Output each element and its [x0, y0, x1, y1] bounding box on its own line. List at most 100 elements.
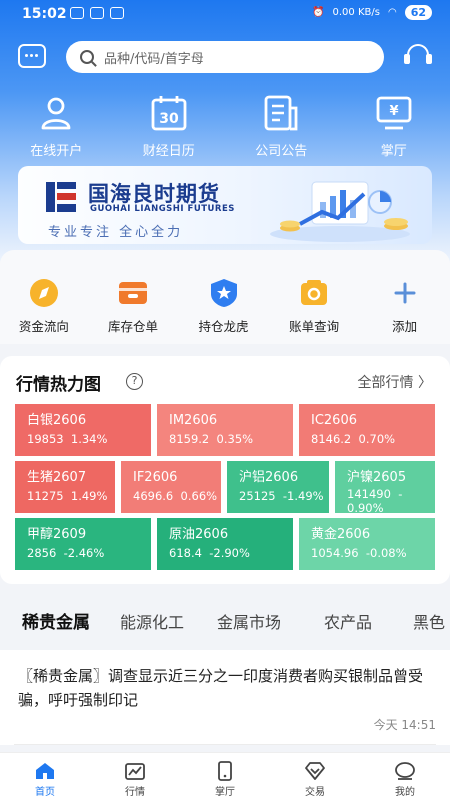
tab-energy-chemical[interactable]: 能源化工	[120, 609, 184, 633]
chevron-right-icon: 〉	[418, 375, 432, 391]
tool-add[interactable]: 添加	[359, 278, 450, 335]
app-notification-icon	[70, 7, 84, 19]
tool-fund-flow[interactable]: 资金流向	[0, 278, 88, 335]
tile-name: 黄金2606	[311, 527, 371, 542]
finance-illustration-icon	[270, 181, 410, 242]
heatmap-tile[interactable]: 沪镍2605 141490 - 0.90%	[335, 461, 435, 513]
tile-name: IM2606	[169, 413, 218, 428]
tile-name: IC2606	[311, 413, 357, 428]
search-icon	[80, 50, 94, 64]
customer-service-icon[interactable]	[404, 43, 432, 69]
heatmap-tile[interactable]: 生猪2607 11275 1.49%	[15, 461, 115, 513]
diamond-icon	[305, 762, 325, 780]
tile-value: 11275 1.49%	[27, 489, 108, 503]
tool-inventory[interactable]: 库存仓单	[88, 278, 179, 335]
tab-metal-market[interactable]: 金属市场	[217, 609, 281, 633]
notice-icon	[264, 95, 298, 131]
svg-text:¥: ¥	[389, 104, 398, 119]
news-item[interactable]: 〖稀贵金属〗调查显示近三分之一印度消费者购买银制品曾受骗，呼吁强制印记 今天 1…	[0, 650, 450, 745]
tool-label: 添加	[392, 319, 418, 334]
app-notification-icon	[90, 7, 104, 19]
nav-trade[interactable]: 交易	[270, 753, 360, 800]
heatmap-tile[interactable]: IM2606 8159.2 0.35%	[157, 404, 293, 456]
news-headline: 〖稀贵金属〗调查显示近三分之一印度消费者购买银制品曾受骗，呼吁强制印记	[18, 667, 424, 709]
storage-box-icon	[118, 282, 147, 304]
home-icon	[36, 763, 54, 779]
system-icons: ⏰ 0.00 KB/s ◠ 62	[312, 5, 432, 20]
tile-name: IF2606	[133, 470, 178, 485]
phone-icon	[218, 761, 232, 781]
nav-market[interactable]: 行情	[90, 753, 180, 800]
search-placeholder: 品种/代码/首字母	[104, 51, 204, 67]
tile-value: 25125 -1.49%	[239, 489, 324, 503]
tab-ferrous[interactable]: 黑色	[413, 609, 445, 633]
quick-company-notice[interactable]: 公司公告	[225, 94, 338, 159]
calendar-day: 30	[159, 111, 179, 127]
chart-icon	[125, 763, 145, 780]
tile-value: 1054.96 -0.08%	[311, 546, 407, 560]
heatmap-tile[interactable]: IF2606 4696.6 0.66%	[121, 461, 221, 513]
quick-label: 公司公告	[255, 144, 308, 159]
bottom-navigation: 首页 行情 掌厅 交易 我的	[0, 752, 450, 800]
message-icon[interactable]	[18, 44, 46, 68]
tool-shortcuts: 资金流向 库存仓单 持仓龙虎 账单查询 添加	[0, 278, 450, 335]
quick-label: 财经日历	[142, 144, 195, 159]
tool-label: 库存仓单	[107, 319, 158, 334]
nav-label: 我的	[395, 787, 415, 798]
tile-value: 4696.6 0.66%	[133, 489, 218, 503]
tool-label: 资金流向	[18, 319, 69, 334]
search-bar[interactable]: 品种/代码/首字母	[66, 41, 384, 73]
quick-label: 掌厅	[380, 144, 407, 159]
nav-mine[interactable]: 我的	[360, 753, 450, 800]
tile-value: 19853 1.34%	[27, 432, 108, 446]
clock: 15:02	[22, 6, 67, 22]
quick-finance-calendar[interactable]: 30 财经日历	[113, 94, 226, 159]
battery-indicator: 62	[404, 5, 432, 20]
tile-value: 8159.2 0.35%	[169, 432, 254, 446]
plus-icon	[394, 282, 416, 304]
tab-agriculture[interactable]: 农产品	[324, 609, 372, 633]
top-header: 品种/代码/首字母	[0, 40, 450, 74]
status-bar: 15:02 ⏰ 0.00 KB/s ◠ 62	[0, 0, 450, 28]
app-notification-icon	[110, 7, 124, 19]
help-icon[interactable]: ?	[126, 373, 143, 390]
promo-banner[interactable]: 国海良时期货 GUOHAI LIANGSHI FUTURES 专业专注 全心全力	[18, 166, 432, 244]
tool-bill-query[interactable]: 账单查询	[269, 278, 360, 335]
tile-name: 生猪2607	[27, 470, 87, 485]
quick-open-account[interactable]: 在线开户	[0, 94, 113, 159]
heatmap-tile[interactable]: 甲醇2609 2856 -2.46%	[15, 518, 151, 570]
nav-label: 掌厅	[215, 787, 235, 798]
heatmap-tile[interactable]: 沪铝2606 25125 -1.49%	[227, 461, 329, 513]
heatmap-tile[interactable]: 黄金2606 1054.96 -0.08%	[299, 518, 435, 570]
tile-name: 白银2606	[27, 413, 87, 428]
network-speed: 0.00 KB/s	[332, 7, 380, 18]
tile-name: 沪镍2605	[347, 470, 407, 485]
quick-actions: 在线开户 30 财经日历 公司公告 ¥ 掌厅	[0, 94, 450, 159]
tile-name: 甲醇2609	[27, 527, 87, 542]
heatmap-tile[interactable]: 原油2606 618.4 -2.90%	[157, 518, 293, 570]
news-tabs: 稀贵金属 能源化工 金属市场 农产品 黑色	[0, 606, 450, 636]
all-market-link[interactable]: 全部行情 〉	[358, 372, 432, 392]
wallet-icon	[301, 280, 328, 305]
company-logo-icon	[46, 182, 76, 212]
tile-value: 141490 - 0.90%	[347, 487, 403, 513]
heatmap-tile[interactable]: 白银2606 19853 1.34%	[15, 404, 151, 456]
quick-mobile-hall[interactable]: ¥ 掌厅	[338, 94, 450, 159]
heatmap-title: 行情热力图	[16, 375, 101, 395]
compass-icon	[29, 279, 58, 307]
user-icon	[41, 97, 71, 130]
news-time: 今天 14:51	[373, 718, 436, 732]
all-market-label: 全部行情	[357, 375, 414, 391]
notification-icons	[70, 7, 124, 19]
profile-icon	[395, 762, 415, 780]
nav-hall[interactable]: 掌厅	[180, 753, 270, 800]
tile-value: 8146.2 0.70%	[311, 432, 396, 446]
tab-precious-metals[interactable]: 稀贵金属	[22, 608, 90, 633]
nav-label: 行情	[125, 787, 145, 798]
tile-name: 原油2606	[169, 527, 229, 542]
heatmap-tile[interactable]: IC2606 8146.2 0.70%	[299, 404, 435, 456]
tool-label: 持仓龙虎	[198, 319, 249, 334]
tool-position-ranking[interactable]: 持仓龙虎	[178, 278, 269, 335]
nav-home[interactable]: 首页	[0, 753, 90, 800]
banner-slogan: 专业专注 全心全力	[48, 225, 184, 240]
